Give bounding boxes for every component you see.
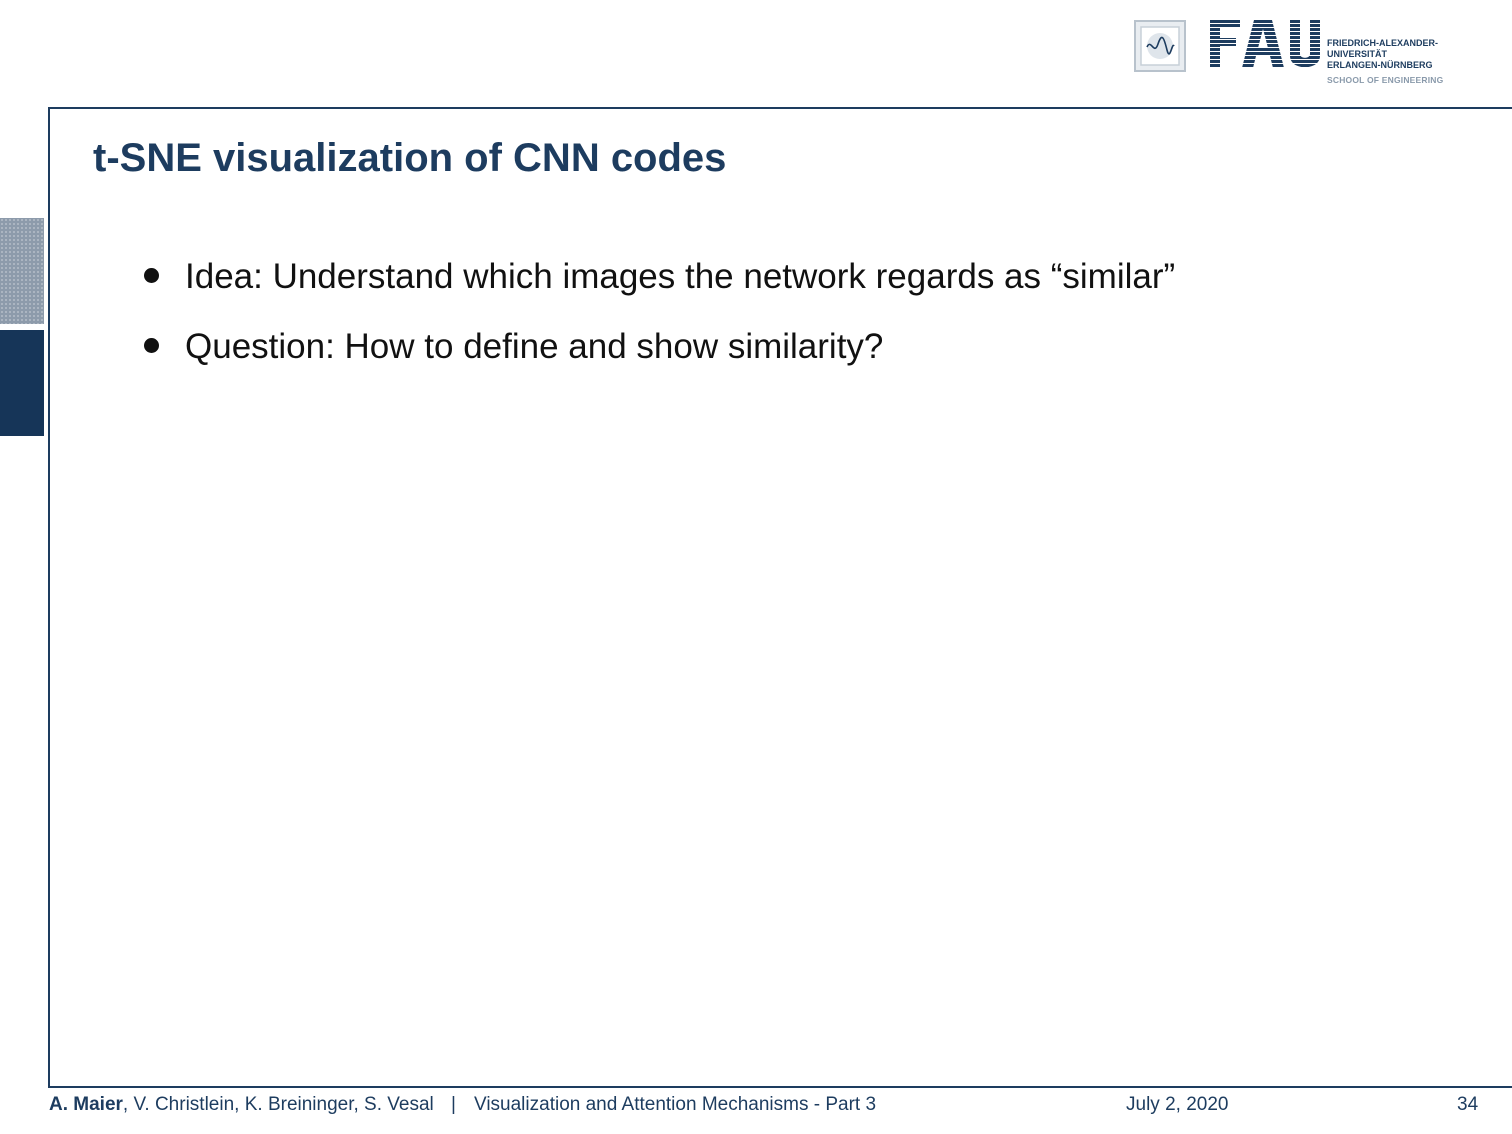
bullet-list: Idea: Understand which images the networ… bbox=[140, 254, 1175, 394]
page-number: 34 bbox=[1457, 1094, 1479, 1115]
university-name-line: ERLANGEN-NÜRNBERG bbox=[1327, 60, 1433, 70]
tech-faculty-logo-icon bbox=[1134, 20, 1186, 72]
bullet-item: Question: How to define and show similar… bbox=[140, 324, 1175, 394]
bullet-item: Idea: Understand which images the networ… bbox=[140, 254, 1175, 324]
side-tab-active bbox=[0, 330, 44, 436]
fau-logo-icon bbox=[1210, 20, 1320, 68]
bullet-dot-icon bbox=[144, 338, 159, 353]
bullet-dot-icon bbox=[144, 268, 159, 283]
frame-top-rule bbox=[48, 107, 1512, 109]
frame-bottom-rule bbox=[48, 1086, 1512, 1088]
footer-authors: A. Maier, V. Christlein, K. Breininger, … bbox=[49, 1094, 434, 1116]
university-name-line: UNIVERSITÄT bbox=[1327, 49, 1388, 59]
side-tab-inactive bbox=[0, 218, 44, 324]
bullet-text: Idea: Understand which images the networ… bbox=[185, 257, 1176, 296]
footer-lecture-title: Visualization and Attention Mechanisms -… bbox=[474, 1094, 877, 1115]
bullet-text: Question: How to define and show similar… bbox=[185, 327, 884, 366]
frame-left-rule bbox=[48, 107, 50, 1088]
footer-date: July 2, 2020 bbox=[1126, 1094, 1229, 1115]
other-authors: , V. Christlein, K. Breininger, S. Vesal bbox=[122, 1094, 434, 1115]
school-name: SCHOOL OF ENGINEERING bbox=[1327, 75, 1444, 85]
lead-author: A. Maier bbox=[49, 1094, 123, 1115]
university-name-line: FRIEDRICH-ALEXANDER- bbox=[1327, 38, 1438, 48]
slide-title: t-SNE visualization of CNN codes bbox=[93, 136, 727, 180]
footer-separator: | bbox=[451, 1094, 456, 1115]
university-name: FRIEDRICH-ALEXANDER- UNIVERSITÄT ERLANGE… bbox=[1327, 38, 1438, 71]
